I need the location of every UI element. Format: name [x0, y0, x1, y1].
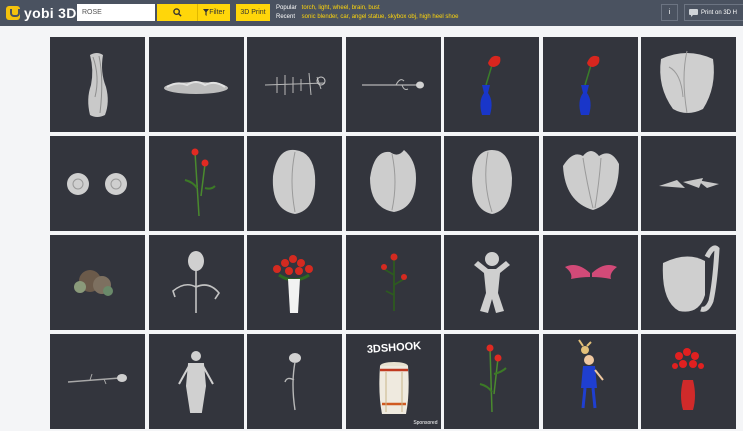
sponsored-badge: Sponsored [413, 420, 438, 426]
rose-heads-icon [67, 173, 127, 195]
recent-label: Recent [276, 14, 296, 20]
info-label: i [668, 9, 671, 16]
result-wire-rose-branch[interactable] [247, 37, 342, 132]
filter-label: Filter [209, 9, 225, 16]
red-vase-icon [672, 348, 704, 410]
3d-print-button[interactable]: 3D Print [236, 4, 270, 21]
popular-label: Popular [276, 5, 297, 11]
rose-bud-icon [660, 50, 714, 114]
result-rose-stem-long[interactable] [345, 37, 441, 132]
logo-icon [6, 6, 20, 20]
flat-petals-icon [659, 178, 719, 188]
3d-print-label: 3D Print [240, 9, 266, 16]
results-grid: 3DSHOOK Sponsored [50, 37, 736, 429]
sponsor-brand-text: 3DSHOOK [366, 340, 421, 356]
result-rock-cluster[interactable] [50, 235, 145, 330]
rock-cluster-icon [74, 270, 113, 296]
result-two-red-roses[interactable] [148, 136, 244, 231]
popular-items[interactable]: torch, light, wheel, brain, bust [302, 5, 380, 11]
result-tulip-bud-1[interactable] [247, 136, 342, 231]
result-woman-figure[interactable] [148, 334, 244, 429]
tulip-bud-icon [562, 151, 619, 210]
logo-text: yobi 3D [24, 5, 77, 21]
result-red-rose-vase[interactable] [641, 334, 736, 429]
arched-rose-icon [171, 251, 220, 313]
result-red-rose-blue-vase-1[interactable] [444, 37, 539, 132]
rose-bush-icon [380, 253, 407, 311]
result-tulip-bud-4[interactable] [542, 136, 638, 231]
result-rose-bud-open[interactable] [641, 235, 736, 330]
result-red-rose-blue-vase-2[interactable] [542, 37, 638, 132]
search-suggestions: Popular torch, light, wheel, brain, bust… [276, 4, 458, 22]
twisted-vase-icon [88, 53, 108, 117]
result-red-roses-tall[interactable] [444, 334, 539, 429]
red-roses-icon [184, 148, 216, 217]
result-tulip-bud-3[interactable] [444, 136, 539, 231]
rose-branch-icon [67, 373, 127, 385]
result-dancing-girl[interactable] [542, 334, 638, 429]
result-pink-wings[interactable] [542, 235, 638, 330]
rose-stem-icon [284, 353, 301, 411]
result-two-rose-heads[interactable] [50, 136, 145, 231]
drum-icon: 3DSHOOK [366, 340, 421, 414]
print-on-3d-hubs-button[interactable]: Print on 3D H [684, 4, 743, 21]
rose-vase-icon [480, 55, 501, 115]
print-on-3d-label: Print on 3D H [701, 9, 738, 16]
search-input[interactable] [77, 4, 155, 21]
search-button[interactable] [157, 4, 197, 21]
rose-vase-icon [578, 55, 599, 115]
tulip-bud-icon [472, 150, 512, 214]
logo[interactable]: yobi 3D [6, 4, 77, 22]
wings-icon [564, 265, 617, 279]
result-flat-petals[interactable] [641, 136, 736, 231]
flat-dish-icon [163, 81, 228, 94]
result-rose-bush[interactable] [345, 235, 441, 330]
result-figure-statue[interactable] [444, 235, 539, 330]
recent-items[interactable]: sonic blender, car, angel statue, skybox… [302, 14, 459, 20]
result-rose-bud-large[interactable] [641, 37, 736, 132]
tulip-bud-icon [272, 149, 316, 214]
wire-branch-icon [264, 72, 326, 96]
result-sponsored-drum[interactable]: 3DSHOOK Sponsored [345, 334, 441, 429]
search-icon [172, 8, 182, 17]
tulip-bud-icon [369, 150, 416, 212]
dancing-girl-icon [577, 339, 604, 409]
woman-figure-icon [177, 351, 214, 413]
result-roses-white-vase[interactable] [247, 235, 342, 330]
top-bar: yobi 3D Filter 3D Print Popular torch, l… [0, 0, 743, 26]
result-twisted-vase[interactable] [50, 37, 145, 132]
info-button[interactable]: i [661, 4, 678, 21]
figure-statue-icon [474, 252, 510, 313]
result-flat-dish[interactable] [148, 37, 244, 132]
result-rose-stem-arched[interactable] [148, 235, 244, 330]
result-single-rose-gray[interactable] [247, 334, 342, 429]
rose-bud-icon [662, 245, 720, 312]
result-rose-branch-horizontal[interactable] [50, 334, 145, 429]
result-tulip-bud-2[interactable] [345, 136, 441, 231]
rose-stem-icon [361, 79, 424, 90]
rose-bouquet-icon [273, 255, 313, 313]
filter-button[interactable]: Filter [197, 4, 230, 21]
chat-bubble-icon [689, 8, 698, 17]
red-roses-icon [479, 344, 507, 413]
